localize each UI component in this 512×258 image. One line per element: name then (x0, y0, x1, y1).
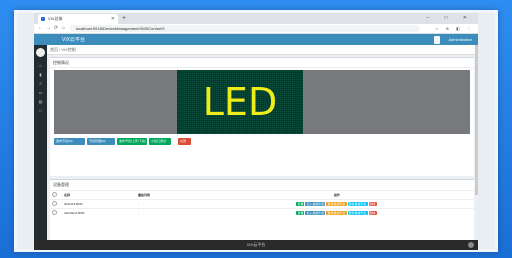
sidebar-avatar (36, 48, 45, 57)
sidebar-item-home-icon[interactable]: ⌂ (38, 63, 43, 68)
view-button[interactable]: 查看 (296, 202, 305, 206)
window-controls[interactable]: – □ ✕ (426, 13, 474, 24)
browser-tab[interactable]: VIX总体 ✕ (38, 14, 118, 24)
table-header-row: 名称 播放列表 操作 (50, 190, 474, 200)
table-row: AECSE11.BMP - 查看 加入播放列表 更新播放列表 更新播放列表 删除 (50, 208, 474, 217)
sidebar: ⌂ ▮ ≡ ▭ ▤ ‹› (34, 45, 47, 250)
breadcrumb: 首页 / VIX控制 (47, 45, 478, 55)
sidebar-item-monitor-icon[interactable]: ▭ (38, 90, 43, 95)
close-tab-icon[interactable]: ✕ (111, 14, 115, 24)
delete-button[interactable]: 删除 (368, 211, 377, 215)
row-checkbox[interactable] (52, 201, 57, 206)
new-tab-icon[interactable]: + (122, 13, 126, 24)
led-display: LED (177, 70, 303, 134)
device-box: 设备管理 名称 播放列表 操作 2021115.BMP - 查看 加入播放列表 更新… (50, 179, 474, 240)
control-box: 控制情况 LED 发布节目(M) 节目管理(M) 发布节目(上传/下载) 小窗口… (50, 57, 474, 176)
main-content: 首页 / VIX控制 控制情况 LED 发布节目(M) 节目管理(M) 发布节目… (47, 45, 478, 240)
device-table: 名称 播放列表 操作 2021115.BMP - 查看 加入播放列表 更新播放列表更… (50, 190, 474, 217)
row-name: AECSE11.BMP (62, 208, 136, 217)
view-button[interactable]: 查看 (296, 211, 305, 215)
update-playlist-button[interactable]: 更新播放列表 (326, 211, 347, 215)
add-playlist-button[interactable]: 加入播放列表 (305, 211, 326, 215)
scrollbar[interactable] (475, 45, 478, 195)
update-playlist-button[interactable]: 更新播放列表 (326, 202, 347, 206)
tab-title: VIX总体 (48, 16, 63, 21)
row-playlist: - (136, 199, 200, 209)
column-ops: 操作 (200, 190, 474, 200)
row-name: 2021115.BMP (62, 199, 136, 209)
floating-action-icon[interactable] (468, 242, 474, 248)
footer: VIX云平台 (34, 240, 478, 250)
browser-toolbar-icons[interactable]: ☆ ⊕ ◧ ⋮ (435, 24, 474, 33)
column-playlist[interactable]: 播放列表 (136, 190, 200, 200)
home-icon[interactable]: ⌂ (62, 24, 65, 33)
window-test-button[interactable]: 小窗口测试 (149, 138, 171, 145)
upload-download-button[interactable]: 发布节目(上传/下载) (117, 138, 147, 145)
favicon-icon (41, 17, 45, 21)
select-all-checkbox[interactable] (52, 192, 57, 197)
publish-program-button[interactable]: 发布节目(M) (54, 138, 85, 145)
sidebar-item-code-icon[interactable]: ‹› (38, 108, 43, 113)
user-avatar[interactable] (434, 36, 440, 44)
delete-button[interactable]: 删除 (368, 202, 377, 206)
tab-strip: VIX总体 ✕ + – □ ✕ (34, 13, 478, 24)
control-box-title: 控制情况 (50, 58, 474, 68)
sidebar-item-folder-icon[interactable]: ▮ (38, 72, 43, 77)
forward-icon[interactable]: → (46, 24, 51, 33)
browser-window: VIX总体 ✕ + – □ ✕ ← → ⟳ ⌂ localhost:9918/D… (34, 13, 478, 250)
add-playlist-button[interactable]: 加入播放列表 (305, 202, 326, 206)
led-text: LED (202, 80, 278, 124)
update-playlist-alt-button[interactable]: 更新播放列表 (347, 211, 368, 215)
url-field[interactable]: localhost:9918/DeviceManagement/VMSContr… (70, 25, 420, 32)
row-playlist: - (136, 208, 200, 217)
update-playlist-alt-button[interactable]: 更新播放列表 (347, 202, 368, 206)
table-row: 2021115.BMP - 查看 加入播放列表 更新播放列表 更新播放列表 删除 (50, 199, 474, 209)
sidebar-item-doc-icon[interactable]: ▤ (38, 99, 43, 104)
led-preview-panel: LED (54, 70, 470, 134)
back-icon[interactable]: ← (38, 24, 43, 33)
column-name[interactable]: 名称 (62, 190, 136, 200)
device-box-title: 设备管理 (53, 182, 69, 187)
close-button[interactable]: 关闭 (178, 138, 191, 145)
program-manage-button[interactable]: 节目管理(M) (87, 138, 115, 145)
row-checkbox[interactable] (52, 210, 57, 215)
address-bar: ← → ⟳ ⌂ localhost:9918/DeviceManagement/… (34, 24, 478, 34)
reload-icon[interactable]: ⟳ (54, 24, 58, 33)
sidebar-item-list-icon[interactable]: ≡ (38, 81, 43, 86)
